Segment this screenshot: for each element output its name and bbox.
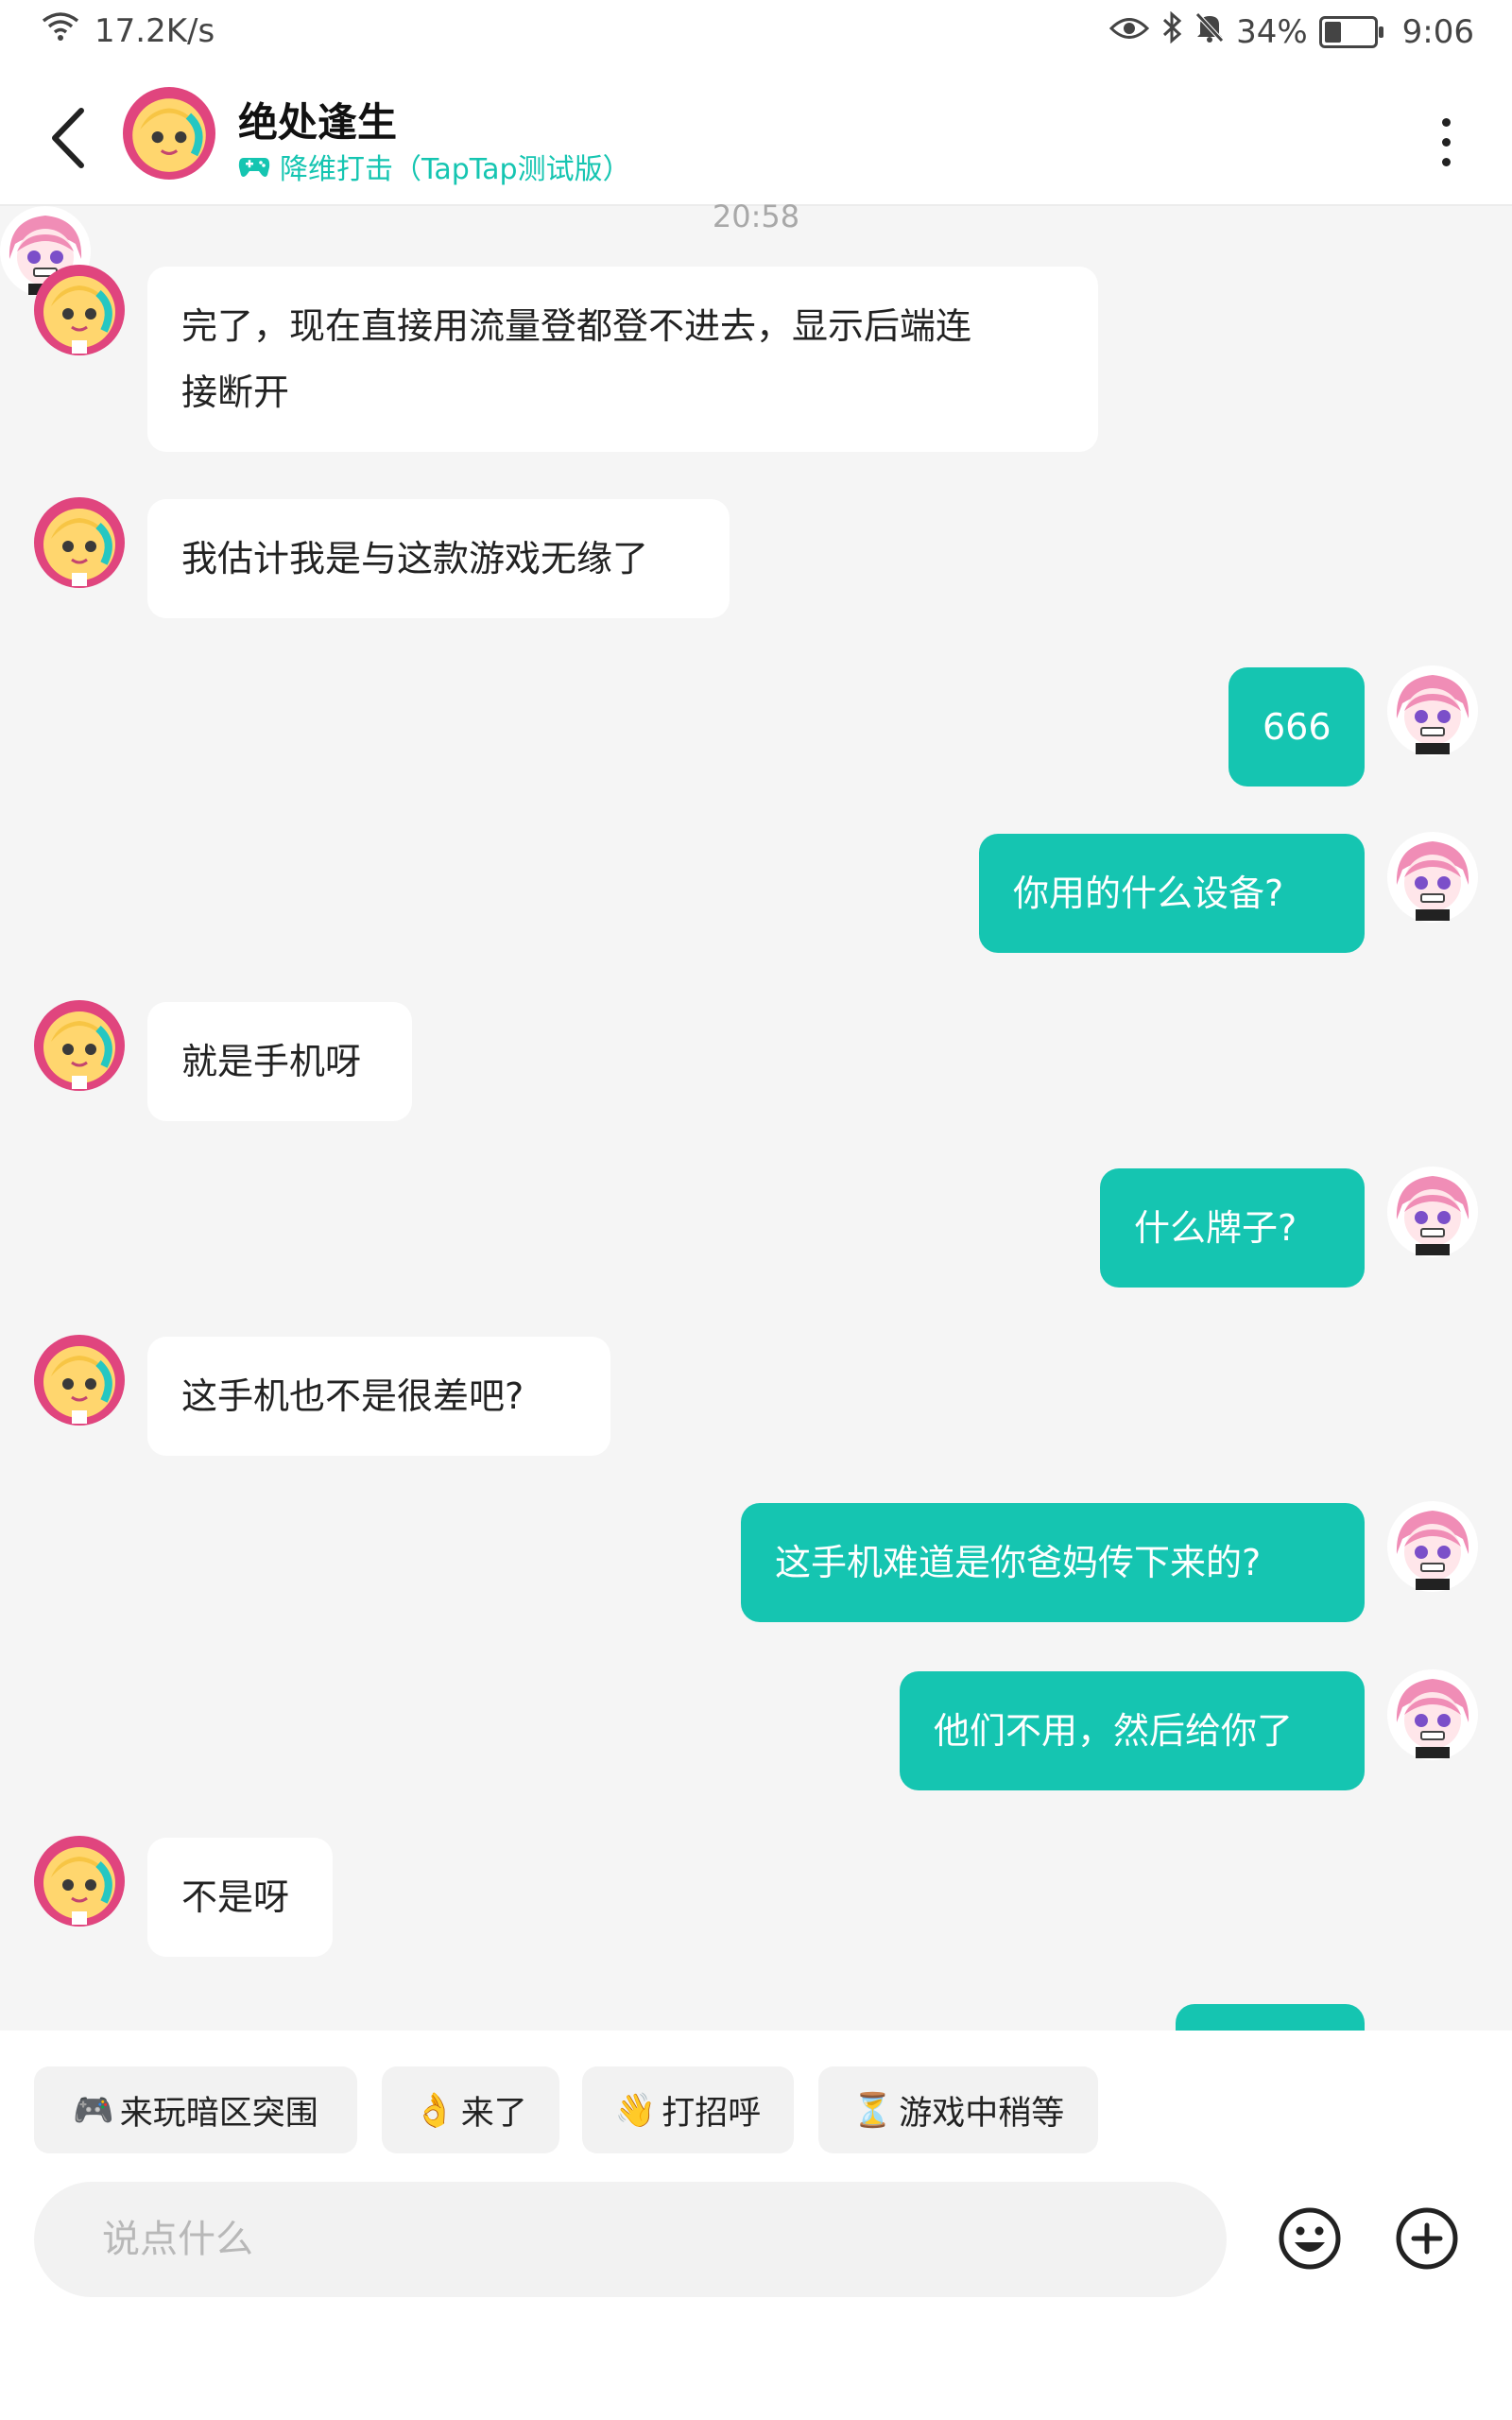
- quick-reply-chip[interactable]: 👌 来了: [382, 2066, 559, 2153]
- contact-avatar[interactable]: [34, 265, 125, 355]
- message-text-line: 这手机难道是你爸妈传下来的?: [775, 1542, 1262, 1583]
- message-text-line: 不是呀: [181, 1876, 290, 1918]
- wifi-icon: [42, 11, 79, 50]
- sent-message-bubble[interactable]: 他们不用，然后给你了: [900, 1671, 1365, 1790]
- emoji-face-icon: [1279, 2207, 1341, 2270]
- received-message-bubble[interactable]: 我估计我是与这款游戏无缘了: [147, 499, 730, 618]
- message-text-line: 他们不用，然后给你了: [934, 1710, 1294, 1752]
- clock-time: 9:06: [1401, 12, 1474, 51]
- sent-message-bubble-partial[interactable]: [1176, 2004, 1365, 2031]
- message-row: 这手机也不是很差吧?: [0, 1337, 1512, 1456]
- contact-avatar[interactable]: [34, 1335, 125, 1426]
- message-text-line: 完了，现在直接用流量登都登不进去，显示后端连: [181, 305, 972, 347]
- message-input-box[interactable]: [34, 2182, 1227, 2297]
- message-row: 666: [0, 665, 1512, 786]
- my-avatar[interactable]: [1386, 831, 1479, 924]
- quick-reply-emoji: 👌: [414, 2091, 455, 2130]
- message-row: 你用的什么设备?: [0, 831, 1512, 953]
- chat-header: 绝处逢生 降维打击（TapTap测试版）: [0, 74, 1512, 206]
- back-arrow-icon: [52, 108, 84, 168]
- message-text-line: 什么牌子?: [1134, 1207, 1297, 1249]
- quick-reply-label: 打招呼: [662, 2094, 762, 2133]
- contact-avatar[interactable]: [34, 1836, 125, 1927]
- quick-reply-emoji: 🎮: [73, 2091, 114, 2130]
- quick-reply-chip[interactable]: ⏳ 游戏中稍等: [818, 2066, 1098, 2153]
- message-text-line: 我估计我是与这款游戏无缘了: [181, 538, 649, 579]
- message-text-line: 这手机也不是很差吧?: [181, 1375, 524, 1417]
- add-button[interactable]: [1393, 2204, 1461, 2273]
- message-input[interactable]: [34, 2182, 1227, 2297]
- quick-reply-chip[interactable]: 🎮 来玩暗区突围: [34, 2066, 357, 2153]
- mute-bell-icon: [1194, 11, 1225, 52]
- received-message-bubble[interactable]: 就是手机呀: [147, 1002, 412, 1121]
- received-message-bubble[interactable]: 完了，现在直接用流量登都登不进去，显示后端连 接断开: [147, 267, 1098, 452]
- more-vertical-icon: [1441, 117, 1451, 127]
- battery-icon: [1318, 15, 1383, 48]
- game-link[interactable]: 降维打击（TapTap测试版）: [238, 146, 631, 187]
- bluetooth-icon: [1160, 10, 1183, 52]
- quick-reply-label: 来了: [460, 2094, 527, 2133]
- status-bar: 17.2K/s 34% 9:06: [0, 0, 1512, 74]
- eye-icon: [1108, 13, 1150, 51]
- quick-reply-emoji: ⏳: [851, 2091, 894, 2130]
- my-avatar[interactable]: [1386, 1668, 1479, 1761]
- contact-avatar[interactable]: [34, 497, 125, 588]
- contact-avatar[interactable]: [34, 1000, 125, 1091]
- contact-avatar[interactable]: [123, 87, 215, 180]
- quick-reply-label: 游戏中稍等: [899, 2094, 1065, 2133]
- battery-level-fill: [1324, 21, 1341, 43]
- gamepad-icon: [238, 158, 270, 177]
- my-avatar[interactable]: [1386, 1500, 1479, 1593]
- message-row: 不是呀: [0, 1838, 1512, 1957]
- message-list[interactable]: 完了，现在直接用流量登都登不进去，显示后端连 接断开我估计我是与这款游戏无缘了 66…: [0, 206, 1512, 2031]
- message-row: 我估计我是与这款游戏无缘了: [0, 499, 1512, 618]
- message-text-line: 就是手机呀: [181, 1041, 362, 1082]
- message-row: 这手机难道是你爸妈传下来的?: [0, 1500, 1512, 1622]
- message-row: 什么牌子?: [0, 1166, 1512, 1288]
- message-text-line: 你用的什么设备?: [1013, 873, 1284, 914]
- message-text-line: 接断开: [181, 372, 290, 413]
- quick-reply-label: 来玩暗区突围: [119, 2094, 318, 2133]
- battery-percent: 34%: [1236, 12, 1308, 51]
- message-text-line: 666: [1263, 706, 1332, 748]
- sent-message-bubble[interactable]: 这手机难道是你爸妈传下来的?: [741, 1503, 1365, 1622]
- network-speed: 17.2K/s: [94, 11, 215, 50]
- sent-message-bubble[interactable]: 你用的什么设备?: [979, 834, 1365, 953]
- game-label: 降维打击（TapTap测试版）: [280, 153, 631, 186]
- quick-reply-chip[interactable]: 👋 打招呼: [582, 2066, 794, 2153]
- sent-message-bubble[interactable]: 666: [1228, 667, 1365, 786]
- message-row: 完了，现在直接用流量登都登不进去，显示后端连 接断开: [0, 267, 1512, 452]
- more-options-button[interactable]: [1418, 108, 1474, 176]
- quick-reply-emoji: 👋: [614, 2091, 657, 2130]
- received-message-bubble[interactable]: 这手机也不是很差吧?: [147, 1337, 610, 1456]
- message-row: 他们不用，然后给你了: [0, 1668, 1512, 1790]
- received-message-bubble[interactable]: 不是呀: [147, 1838, 333, 1957]
- sent-message-bubble[interactable]: 什么牌子?: [1100, 1168, 1365, 1288]
- composer-area: 🎮 来玩暗区突围 👌 来了 👋 打招呼 ⏳ 游戏中稍等: [0, 2031, 1512, 2420]
- my-avatar[interactable]: [1386, 665, 1479, 757]
- contact-name: 绝处逢生: [238, 99, 398, 146]
- my-avatar[interactable]: [1386, 1166, 1479, 1258]
- plus-circle-icon: [1396, 2207, 1458, 2270]
- message-row: 就是手机呀: [0, 1002, 1512, 1121]
- emoji-button[interactable]: [1276, 2204, 1344, 2273]
- back-button[interactable]: [40, 100, 96, 176]
